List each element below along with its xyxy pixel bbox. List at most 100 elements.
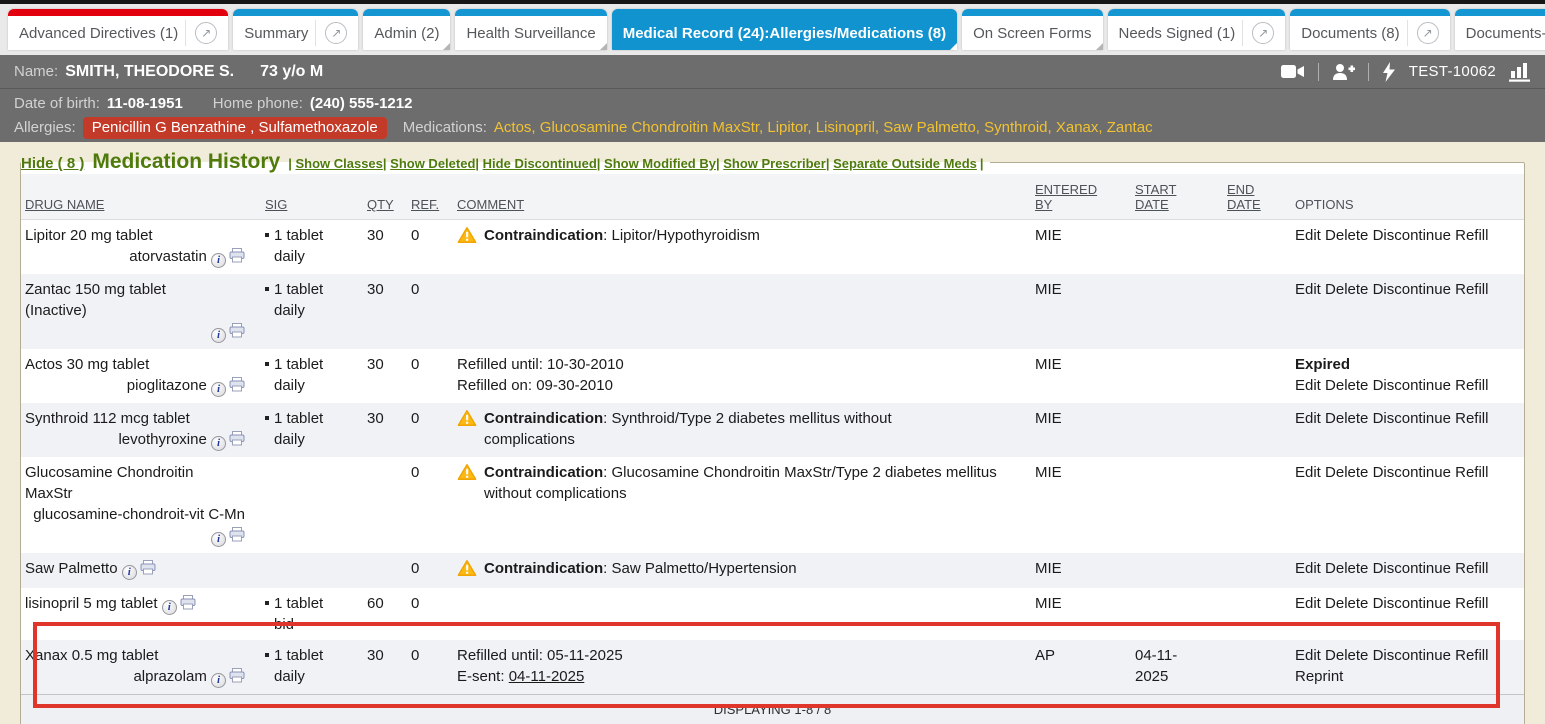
edit-link[interactable]: Edit bbox=[1295, 560, 1321, 577]
reprint-link[interactable]: Reprint bbox=[1295, 668, 1343, 685]
tab-color-strip bbox=[1455, 9, 1545, 16]
info-icon[interactable] bbox=[211, 382, 226, 397]
delete-link[interactable]: Delete bbox=[1325, 227, 1368, 244]
discontinue-link[interactable]: Discontinue bbox=[1373, 281, 1451, 298]
print-icon[interactable] bbox=[229, 248, 245, 269]
edit-link[interactable]: Edit bbox=[1295, 377, 1321, 394]
discontinue-link[interactable]: Discontinue bbox=[1373, 410, 1451, 427]
esent-date-link[interactable]: 04-11-2025 bbox=[509, 668, 585, 685]
med-row-zantac: Zantac 150 mg tablet (Inactive) 1 tablet… bbox=[21, 274, 1524, 349]
info-icon[interactable] bbox=[211, 253, 226, 268]
col-header-comment[interactable]: COMMENT bbox=[453, 174, 1031, 220]
discontinue-link[interactable]: Discontinue bbox=[1373, 464, 1451, 481]
tab-documents[interactable]: Documents (8) bbox=[1290, 9, 1449, 50]
external-link-icon[interactable] bbox=[1252, 22, 1274, 44]
info-icon[interactable] bbox=[211, 328, 226, 343]
home-phone-label: Home phone: bbox=[213, 95, 303, 112]
print-icon[interactable] bbox=[229, 323, 245, 344]
print-icon[interactable] bbox=[180, 595, 196, 616]
external-link-icon[interactable] bbox=[1417, 22, 1439, 44]
flowsheet-chart-icon[interactable] bbox=[1509, 62, 1531, 82]
print-icon[interactable] bbox=[229, 377, 245, 398]
drug-name: Xanax 0.5 mg tablet bbox=[25, 645, 257, 666]
edit-link[interactable]: Edit bbox=[1295, 410, 1321, 427]
print-icon[interactable] bbox=[229, 668, 245, 689]
video-camera-icon[interactable] bbox=[1281, 63, 1305, 80]
tab-needs-signed[interactable]: Needs Signed (1) bbox=[1108, 9, 1286, 50]
print-icon[interactable] bbox=[140, 560, 156, 581]
refill-link[interactable]: Refill bbox=[1455, 464, 1488, 481]
delete-link[interactable]: Delete bbox=[1325, 595, 1368, 612]
edit-link[interactable]: Edit bbox=[1295, 647, 1321, 664]
col-header-entered-by[interactable]: ENTERED BY bbox=[1031, 174, 1131, 220]
start-date: 04-11-2025 bbox=[1135, 645, 1193, 687]
tab-advanced-directives[interactable]: Advanced Directives (1) bbox=[8, 9, 228, 50]
generic-name: atorvastatin bbox=[129, 248, 207, 265]
delete-link[interactable]: Delete bbox=[1325, 560, 1368, 577]
discontinue-link[interactable]: Discontinue bbox=[1373, 227, 1451, 244]
edit-link[interactable]: Edit bbox=[1295, 227, 1321, 244]
col-header-sig[interactable]: SIG bbox=[261, 174, 363, 220]
edit-link[interactable]: Edit bbox=[1295, 281, 1321, 298]
discontinue-link[interactable]: Discontinue bbox=[1373, 595, 1451, 612]
lightning-bolt-icon[interactable] bbox=[1382, 62, 1396, 82]
show-classes-link[interactable]: Show Classes bbox=[288, 156, 383, 171]
external-link-icon[interactable] bbox=[195, 22, 217, 44]
tab-admin[interactable]: Admin (2) bbox=[363, 9, 450, 50]
refill-link[interactable]: Refill bbox=[1455, 595, 1488, 612]
add-person-icon[interactable] bbox=[1332, 63, 1355, 81]
col-header-qty[interactable]: QTY bbox=[363, 174, 407, 220]
delete-link[interactable]: Delete bbox=[1325, 281, 1368, 298]
allergies-badge[interactable]: Penicillin G Benzathine , Sulfamethoxazo… bbox=[83, 117, 387, 139]
discontinue-link[interactable]: Discontinue bbox=[1373, 560, 1451, 577]
med-row-actos: Actos 30 mg tablet pioglitazone 1 tablet… bbox=[21, 349, 1524, 403]
med-row-synthroid: Synthroid 112 mcg tablet levothyroxine 1… bbox=[21, 403, 1524, 457]
refill-link[interactable]: Refill bbox=[1455, 281, 1488, 298]
show-modified-by-link[interactable]: Show Modified By bbox=[597, 156, 716, 171]
generic-name: alprazolam bbox=[133, 668, 206, 685]
medication-table: DRUG NAME SIG QTY REF. COMMENT ENTERED B… bbox=[21, 174, 1524, 724]
refill-link[interactable]: Refill bbox=[1455, 410, 1488, 427]
external-link-icon[interactable] bbox=[325, 22, 347, 44]
col-header-ref[interactable]: REF. bbox=[407, 174, 453, 220]
delete-link[interactable]: Delete bbox=[1325, 377, 1368, 394]
show-deleted-link[interactable]: Show Deleted bbox=[383, 156, 476, 171]
hide-discontinued-link[interactable]: Hide Discontinued bbox=[475, 156, 596, 171]
info-icon[interactable] bbox=[122, 565, 137, 580]
separate-outside-meds-link[interactable]: Separate Outside Meds bbox=[826, 156, 977, 171]
col-header-drug-name[interactable]: DRUG NAME bbox=[21, 174, 261, 220]
edit-link[interactable]: Edit bbox=[1295, 595, 1321, 612]
print-icon[interactable] bbox=[229, 431, 245, 452]
print-icon[interactable] bbox=[229, 527, 245, 548]
info-icon[interactable] bbox=[162, 600, 177, 615]
tab-medical-record-active[interactable]: Medical Record (24):Allergies/Medication… bbox=[612, 9, 957, 50]
delete-link[interactable]: Delete bbox=[1325, 647, 1368, 664]
tab-on-screen-forms[interactable]: On Screen Forms bbox=[962, 9, 1102, 50]
refill-link[interactable]: Refill bbox=[1455, 647, 1488, 664]
edit-link[interactable]: Edit bbox=[1295, 464, 1321, 481]
hide-count-link[interactable]: Hide ( 8 ) bbox=[21, 155, 84, 172]
info-icon[interactable] bbox=[211, 436, 226, 451]
tab-color-strip bbox=[363, 9, 450, 16]
sig-text: 1 tablet bid bbox=[274, 593, 338, 635]
discontinue-link[interactable]: Discontinue bbox=[1373, 377, 1451, 394]
col-header-start-date[interactable]: START DATE bbox=[1131, 174, 1223, 220]
drug-name: Zantac 150 mg tablet bbox=[25, 279, 257, 300]
tab-summary[interactable]: Summary bbox=[233, 9, 358, 50]
ref-value: 0 bbox=[407, 553, 453, 588]
tab-health-surveillance[interactable]: Health Surveillance bbox=[455, 9, 606, 50]
show-prescriber-link[interactable]: Show Prescriber bbox=[716, 156, 826, 171]
warning-label: Contraindication bbox=[484, 464, 603, 481]
delete-link[interactable]: Delete bbox=[1325, 464, 1368, 481]
refill-link[interactable]: Refill bbox=[1455, 560, 1488, 577]
delete-link[interactable]: Delete bbox=[1325, 410, 1368, 427]
medications-list[interactable]: Actos, Glucosamine Chondroitin MaxStr, L… bbox=[494, 119, 1153, 136]
refill-link[interactable]: Refill bbox=[1455, 227, 1488, 244]
discontinue-link[interactable]: Discontinue bbox=[1373, 647, 1451, 664]
info-icon[interactable] bbox=[211, 673, 226, 688]
tab-documents-dv[interactable]: Documents-DV bbox=[1455, 9, 1545, 50]
refill-link[interactable]: Refill bbox=[1455, 377, 1488, 394]
info-icon[interactable] bbox=[211, 532, 226, 547]
table-footer-row: DISPLAYING 1-8 / 8 bbox=[21, 695, 1524, 724]
col-header-end-date[interactable]: END DATE bbox=[1223, 174, 1291, 220]
